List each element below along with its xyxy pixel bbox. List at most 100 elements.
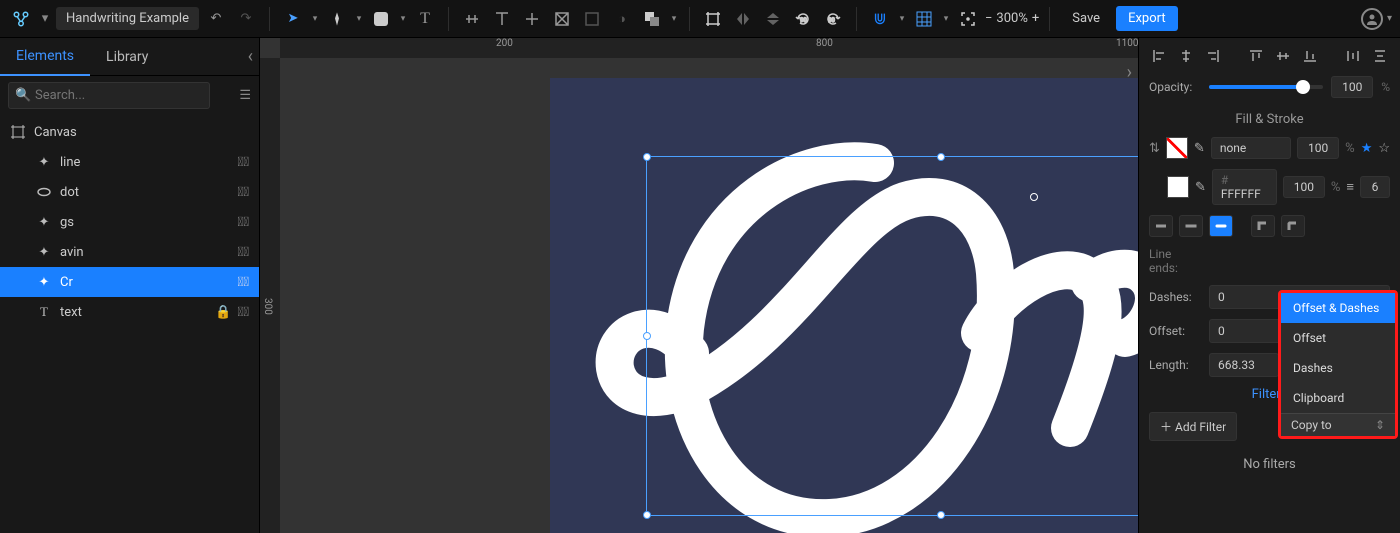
fill-swatch[interactable] — [1166, 137, 1188, 159]
grid-dropdown-icon[interactable]: ▾ — [941, 6, 951, 32]
document-title[interactable]: Handwriting Example — [56, 7, 199, 30]
join-bevel-icon[interactable] — [1281, 215, 1305, 237]
shape-dropdown-icon[interactable]: ▾ — [398, 6, 408, 32]
layers-dropdown-icon[interactable]: ▾ — [669, 6, 679, 32]
tab-library[interactable]: Library — [90, 39, 164, 75]
dropdown-icon[interactable]: ▾ — [38, 6, 52, 32]
align-left-icon[interactable] — [1149, 46, 1169, 66]
add-filter-button[interactable]: ＋ Add Filter — [1149, 412, 1237, 441]
zoom-level[interactable]: 300% — [996, 11, 1027, 26]
copy-to-select[interactable]: Copy to⇕ — [1281, 413, 1395, 436]
popup-item-offset[interactable]: Offset — [1281, 323, 1395, 353]
star-filled-icon[interactable]: ★ — [1361, 141, 1373, 156]
export-button[interactable]: Export — [1116, 6, 1178, 31]
align-bottom-icon[interactable] — [1300, 46, 1320, 66]
path-anchor-point[interactable] — [1030, 193, 1038, 201]
tree-node-avin[interactable]: ✦ avin 👁̸ — [0, 237, 259, 267]
focus-mode-icon[interactable] — [955, 6, 981, 32]
popup-item-clipboard[interactable]: Clipboard — [1281, 383, 1395, 413]
opacity-value[interactable]: 100 — [1331, 76, 1373, 98]
transform-tool-icon[interactable] — [549, 6, 575, 32]
grid-toggle-icon[interactable] — [911, 6, 937, 32]
resize-handle-tl[interactable] — [643, 153, 651, 161]
lock-icon[interactable]: 🔒 — [215, 305, 231, 320]
visibility-icon[interactable]: 👁̸ — [237, 305, 249, 320]
distribute-v-icon[interactable] — [1370, 46, 1390, 66]
undo-icon[interactable]: ↶ — [203, 6, 229, 32]
sort-icon[interactable]: ☰ — [239, 88, 251, 103]
distribute-h-icon[interactable] — [1343, 46, 1363, 66]
align-top-icon[interactable] — [1246, 46, 1266, 66]
layers-tool-icon[interactable] — [639, 6, 665, 32]
cap-butt-icon[interactable] — [1149, 215, 1173, 237]
popup-item-offset-dashes[interactable]: Offset & Dashes — [1281, 293, 1395, 323]
artboard[interactable] — [550, 78, 1138, 533]
fill-opacity[interactable]: 100 — [1297, 137, 1339, 159]
svg-text:90: 90 — [828, 17, 835, 24]
star-outline-icon[interactable]: ☆ — [1378, 141, 1390, 156]
align-right-icon[interactable] — [1203, 46, 1223, 66]
rotate-ccw-icon[interactable]: 90 — [790, 6, 816, 32]
rotate-cw-icon[interactable]: 90 — [820, 6, 846, 32]
text-tool-icon[interactable]: T — [412, 6, 438, 32]
join-miter-icon[interactable] — [1251, 215, 1275, 237]
select-dropdown-icon[interactable]: ▾ — [310, 6, 320, 32]
collapse-left-icon[interactable]: ‹ — [248, 46, 253, 67]
eyedropper-icon[interactable]: ✎ — [1195, 180, 1206, 195]
tree-node-line[interactable]: ✦ line 👁̸ — [0, 147, 259, 177]
tree-node-text[interactable]: T text 🔒👁̸ — [0, 297, 259, 327]
account-menu[interactable]: ▾ — [1361, 8, 1392, 30]
pen-tool-icon[interactable] — [324, 6, 350, 32]
tree-node-dot[interactable]: dot 👁̸ — [0, 177, 259, 207]
visibility-icon[interactable]: 👁̸ — [237, 275, 249, 290]
magnet-snap-icon[interactable]: ⋓ — [867, 6, 893, 32]
visibility-icon[interactable]: 👁̸ — [237, 155, 249, 170]
stroke-swatch[interactable] — [1167, 176, 1189, 198]
canvas-viewport[interactable]: 200 800 1100 300 › — [260, 38, 1138, 533]
save-button[interactable]: Save — [1060, 6, 1112, 31]
tree-root-canvas[interactable]: Canvas — [0, 117, 259, 147]
visibility-icon[interactable]: 👁̸ — [237, 185, 249, 200]
visibility-icon[interactable]: 👁̸ — [237, 215, 249, 230]
opacity-slider[interactable] — [1209, 85, 1323, 89]
popup-item-dashes[interactable]: Dashes — [1281, 353, 1395, 383]
vtop-tool-icon[interactable] — [489, 6, 515, 32]
pen-dropdown-icon[interactable]: ▾ — [354, 6, 364, 32]
length-input[interactable] — [1209, 353, 1279, 377]
align-hcenter-icon[interactable] — [1176, 46, 1196, 66]
zoom-out-button[interactable]: − — [985, 11, 992, 26]
select-tool-icon[interactable]: ➤ — [280, 6, 306, 32]
search-input[interactable] — [8, 82, 210, 109]
stroke-width-value[interactable]: 6 — [1360, 176, 1390, 198]
flip-h-icon[interactable] — [730, 6, 756, 32]
snap-dropdown-icon[interactable]: ▾ — [897, 6, 907, 32]
resize-handle-bm[interactable] — [937, 511, 945, 519]
shape-tool-icon[interactable] — [368, 6, 394, 32]
selection-bounding-box[interactable] — [646, 156, 1138, 516]
swap-icon[interactable]: ⇅ — [1149, 141, 1160, 156]
zoom-in-button[interactable]: + — [1032, 11, 1039, 26]
app-logo-icon[interactable] — [8, 6, 34, 32]
collapse-right-icon[interactable]: › — [1127, 62, 1132, 83]
cap-round-icon[interactable] — [1209, 215, 1233, 237]
vmid-tool-icon[interactable] — [519, 6, 545, 32]
hline-tool-icon[interactable] — [459, 6, 485, 32]
eyedropper-icon[interactable]: ✎ — [1194, 141, 1205, 156]
visibility-icon[interactable]: 👁̸ — [237, 245, 249, 260]
artboard-tool-icon[interactable] — [700, 6, 726, 32]
tree-node-gs[interactable]: ✦ gs 👁̸ — [0, 207, 259, 237]
resize-handle-ml[interactable] — [643, 332, 651, 340]
align-vcenter-icon[interactable] — [1273, 46, 1293, 66]
tab-elements[interactable]: Elements — [0, 38, 90, 76]
fill-value[interactable]: none — [1211, 137, 1291, 159]
tree-node-cr[interactable]: ✦ Cr 👁̸ — [0, 267, 259, 297]
resize-handle-tm[interactable] — [937, 153, 945, 161]
mirror-tool-icon[interactable] — [579, 6, 605, 32]
redo-icon[interactable]: ↷ — [233, 6, 259, 32]
resize-handle-bl[interactable] — [643, 511, 651, 519]
stroke-opacity[interactable]: 100 — [1283, 176, 1325, 198]
stroke-hex[interactable]: # FFFFFF — [1212, 169, 1277, 205]
flip-v-icon[interactable] — [760, 6, 786, 32]
cap-square-icon[interactable] — [1179, 215, 1203, 237]
eyedropper-icon[interactable]: ◑ — [609, 6, 635, 32]
